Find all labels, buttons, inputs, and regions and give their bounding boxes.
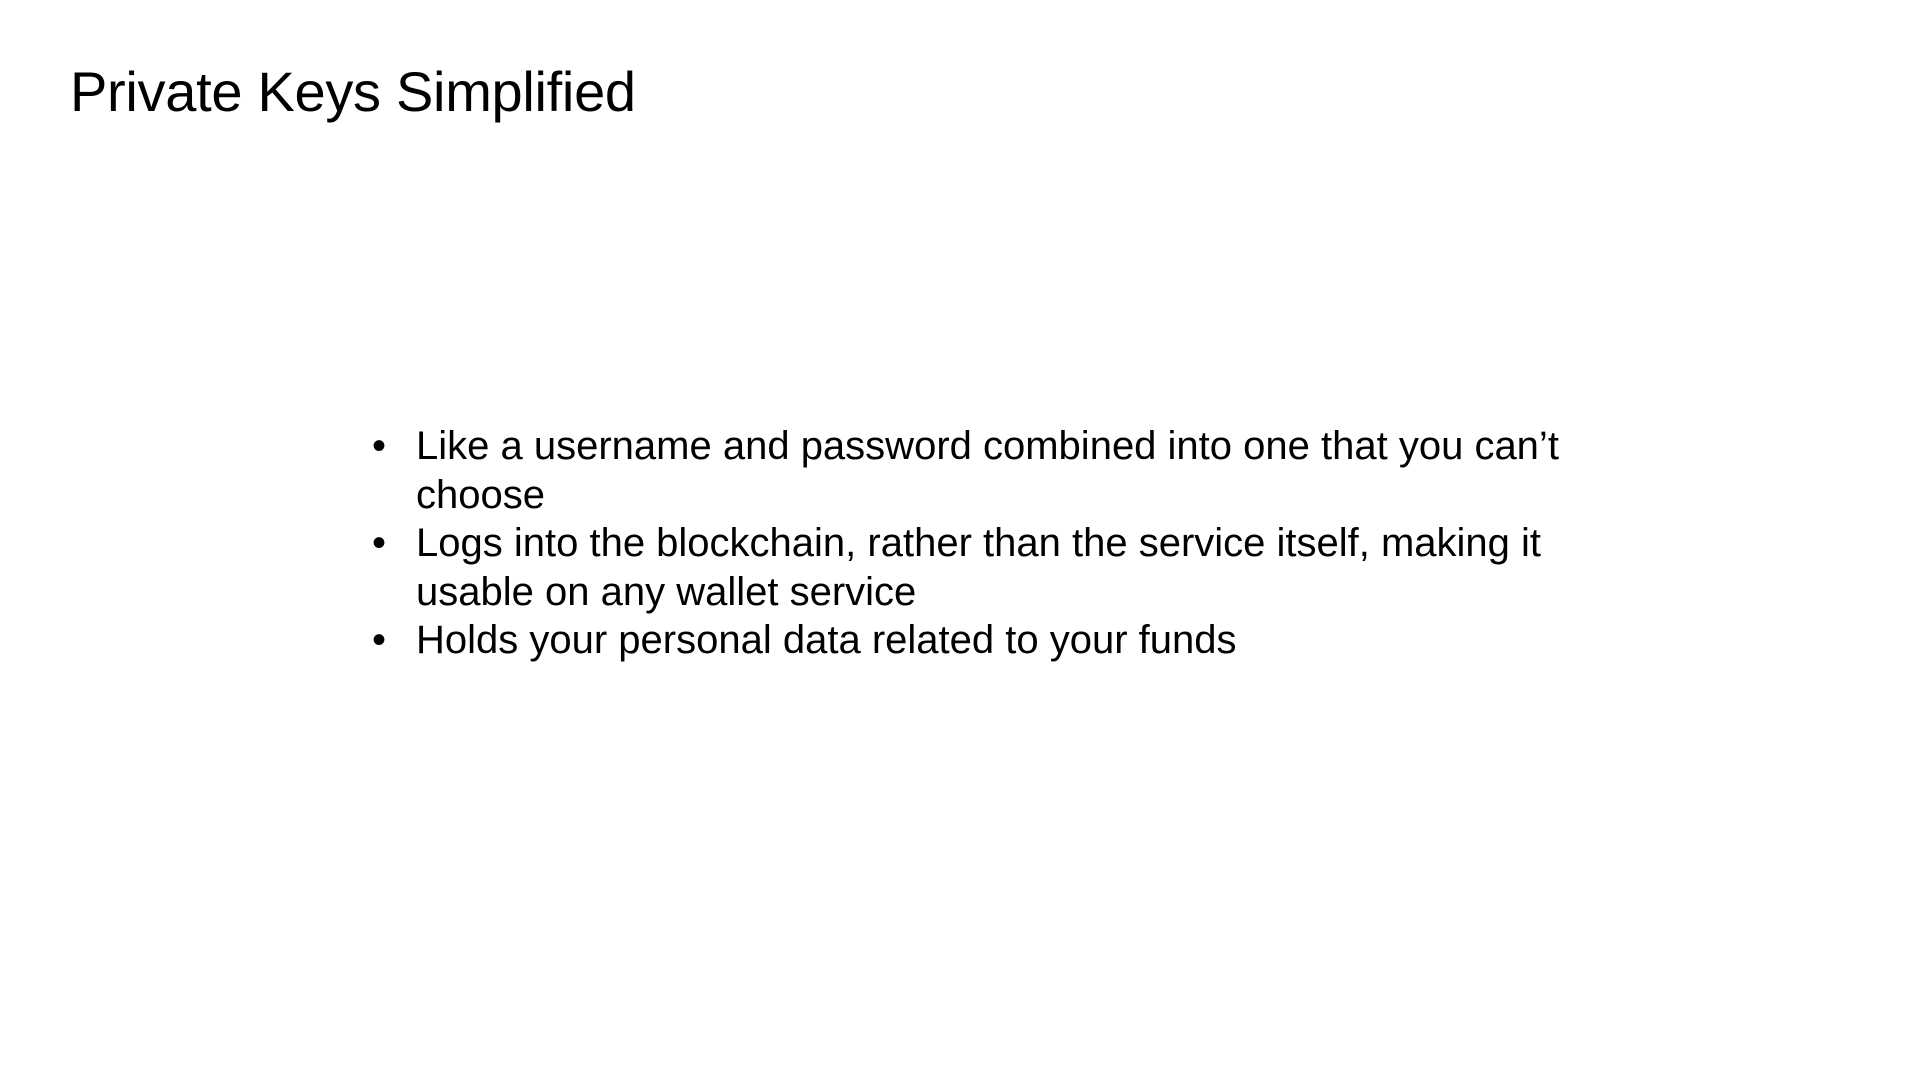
bullet-item: • Logs into the blockchain, rather than … <box>370 519 1570 616</box>
bullet-list: • Like a username and password combined … <box>370 422 1570 665</box>
bullet-icon: • <box>372 521 387 565</box>
bullet-icon: • <box>372 618 387 662</box>
bullet-item: • Like a username and password combined … <box>370 422 1570 519</box>
slide-title: Private Keys Simplified <box>70 60 636 123</box>
slide: Private Keys Simplified • Like a usernam… <box>0 0 1920 1080</box>
bullet-text: Like a username and password combined in… <box>416 424 1559 517</box>
bullet-text: Holds your personal data related to your… <box>416 618 1237 662</box>
bullet-text: Logs into the blockchain, rather than th… <box>416 521 1542 614</box>
bullet-item: • Holds your personal data related to yo… <box>370 616 1570 665</box>
bullet-icon: • <box>372 424 387 468</box>
